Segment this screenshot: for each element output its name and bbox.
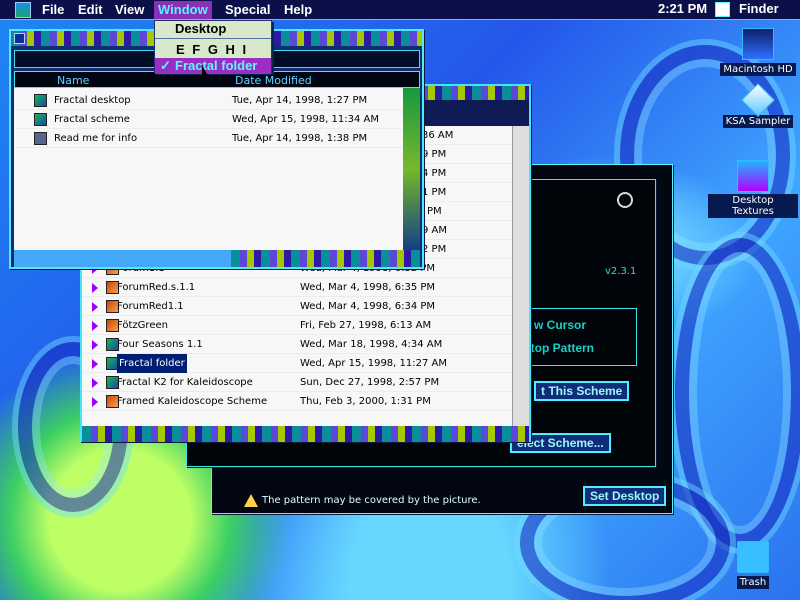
menu-item-fractal-folder[interactable]: ✓ Fractal folder bbox=[155, 58, 271, 74]
fractal-scheme-icon bbox=[34, 113, 47, 126]
pattern-option[interactable]: ktop Pattern bbox=[524, 341, 594, 355]
list-item[interactable]: Fractal K2 for Kaleidoscope Sun, Dec 27, … bbox=[82, 373, 512, 392]
this-scheme-button[interactable]: t This Scheme bbox=[534, 381, 630, 401]
textures-folder-icon bbox=[737, 160, 769, 192]
desktop-icon-trash[interactable]: Trash bbox=[735, 541, 771, 589]
disclosure-triangle-icon[interactable] bbox=[92, 378, 98, 388]
bottom-pattern-bar bbox=[82, 426, 529, 442]
cursor-option[interactable]: w Cursor bbox=[534, 318, 586, 332]
disclosure-triangle-icon[interactable] bbox=[92, 283, 98, 293]
list-item[interactable]: Fractal desktop Tue, Apr 14, 1998, 1:27 P… bbox=[14, 91, 403, 110]
menu-item-efghi[interactable]: E F G H I bbox=[155, 42, 271, 58]
desktop-icon-desktop-textures[interactable]: Desktop Textures bbox=[708, 160, 798, 218]
date-column-header[interactable]: Date Modified bbox=[235, 74, 312, 87]
list-item[interactable]: Read me for info Tue, Apr 14, 1998, 1:38 … bbox=[14, 129, 403, 148]
list-item[interactable]: Fractal folder Wed, Apr 15, 1998, 11:27 A… bbox=[82, 354, 512, 373]
close-box-icon[interactable] bbox=[14, 33, 25, 44]
desktop-icon-ksa-sampler[interactable]: KSA Sampler bbox=[718, 83, 798, 128]
menu-edit[interactable]: Edit bbox=[74, 1, 107, 19]
disclosure-triangle-icon[interactable] bbox=[92, 359, 98, 369]
desktop-icon-label: Trash bbox=[736, 576, 770, 589]
active-app-name[interactable]: Finder bbox=[739, 1, 779, 16]
list-item[interactable]: Four Seasons 1.1 Wed, Mar 18, 1998, 4:34 … bbox=[82, 335, 512, 354]
list-item[interactable]: Framed Kaleidoscope Scheme Thu, Feb 3, 20… bbox=[82, 392, 512, 411]
warning-text: The pattern may be covered by the pictur… bbox=[262, 495, 481, 506]
menu-window[interactable]: Window bbox=[154, 1, 212, 19]
finder-app-icon[interactable] bbox=[715, 2, 730, 17]
set-desktop-button[interactable]: Set Desktop bbox=[583, 486, 667, 506]
help-icon[interactable] bbox=[617, 192, 633, 208]
menu-item-desktop[interactable]: Desktop bbox=[155, 21, 271, 37]
disclosure-triangle-icon[interactable] bbox=[92, 397, 98, 407]
warning-icon bbox=[244, 494, 258, 507]
scheme-options-box bbox=[522, 308, 637, 366]
disclosure-triangle-icon[interactable] bbox=[92, 340, 98, 350]
list-item[interactable]: FötzGreen Fri, Feb 27, 1998, 6:13 AM bbox=[82, 316, 512, 335]
small-file-list: Fractal desktop Tue, Apr 14, 1998, 1:27 P… bbox=[14, 88, 403, 250]
vertical-scrollbar[interactable] bbox=[512, 126, 529, 426]
list-item[interactable]: ForumRed1.1 Wed, Mar 4, 1998, 6:34 PM bbox=[82, 297, 512, 316]
apple-menu-icon[interactable] bbox=[15, 2, 31, 18]
desktop-icon-label: Desktop Textures bbox=[708, 194, 798, 218]
document-icon bbox=[34, 132, 47, 145]
vertical-scrollbar[interactable] bbox=[403, 88, 420, 250]
menu-file[interactable]: File bbox=[38, 1, 68, 19]
trash-icon bbox=[737, 541, 769, 573]
list-item[interactable]: ForumRed.s.1.1 Wed, Mar 4, 1998, 6:35 PM bbox=[82, 278, 512, 297]
fractal-desktop-icon bbox=[34, 94, 47, 107]
name-column-header[interactable]: Name bbox=[57, 74, 89, 87]
disclosure-triangle-icon[interactable] bbox=[92, 302, 98, 312]
app-sampler-icon bbox=[741, 83, 775, 117]
menu-clock[interactable]: 2:21 PM bbox=[658, 1, 707, 16]
window-menu-dropdown: Desktop E F G H I ✓ Fractal folder bbox=[154, 20, 272, 74]
menu-bar: File Edit View Window Special Help 2:21 … bbox=[0, 0, 800, 20]
window-footer-pattern bbox=[231, 250, 420, 267]
menu-help[interactable]: Help bbox=[280, 1, 316, 19]
desktop-icon-macintosh-hd[interactable]: Macintosh HD bbox=[718, 28, 798, 76]
checkmark-icon: ✓ bbox=[160, 58, 171, 73]
desktop-icon-label: Macintosh HD bbox=[720, 63, 796, 76]
horizontal-scrollbar[interactable] bbox=[14, 250, 231, 267]
disclosure-triangle-icon[interactable] bbox=[92, 321, 98, 331]
mouse-cursor-icon bbox=[202, 65, 208, 76]
list-item[interactable]: Fractal scheme Wed, Apr 15, 1998, 11:34 A… bbox=[14, 110, 403, 129]
menu-view[interactable]: View bbox=[111, 1, 148, 19]
scheme-version: v2.3.1 bbox=[605, 266, 637, 277]
menu-special[interactable]: Special bbox=[221, 1, 275, 19]
hard-drive-icon bbox=[742, 28, 774, 60]
menu-divider bbox=[155, 38, 271, 39]
